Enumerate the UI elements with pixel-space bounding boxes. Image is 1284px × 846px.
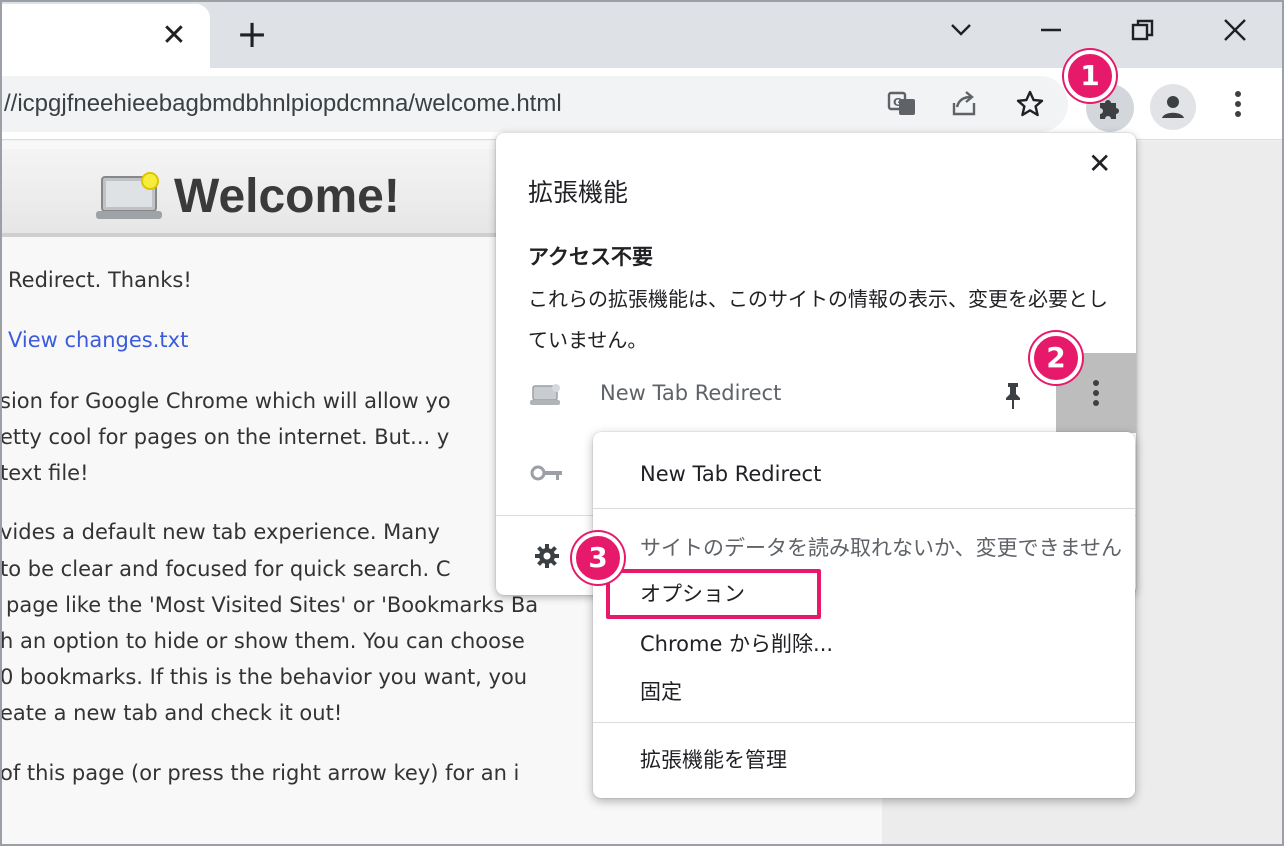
page-text-line: eate a new tab and check it out! — [0, 701, 343, 725]
key-icon — [530, 465, 562, 481]
laptop-icon — [96, 172, 162, 219]
address-bar[interactable]: //icpgjfneehieebagbmdbhnlpiopdcmna/welco… — [0, 76, 1068, 132]
extension-item-name[interactable]: New Tab Redirect — [600, 381, 781, 405]
options-highlight-box — [606, 569, 821, 619]
page-text-line: of this page (or press the right arrow k… — [0, 761, 520, 785]
profile-icon[interactable] — [1150, 84, 1196, 130]
tab-close-icon[interactable]: ✕ — [156, 18, 192, 54]
translate-icon[interactable]: G — [882, 84, 922, 124]
bookmark-star-icon[interactable] — [1010, 84, 1050, 124]
minimize-icon[interactable] — [1026, 10, 1076, 50]
no-access-section-desc: これらの拡張機能は、このサイトの情報の表示、変更を必要としていません。 — [528, 287, 1108, 352]
chrome-menu-kebab-menu-icon[interactable] — [1218, 84, 1258, 124]
page-text-line: text file! — [0, 461, 89, 485]
menu-item-pin[interactable]: 固定 — [640, 676, 682, 706]
gear-icon[interactable] — [534, 543, 560, 569]
page-text-line: 0 bookmarks. If this is the behavior you… — [0, 665, 528, 689]
new-tab-plus-icon[interactable]: + — [232, 14, 272, 54]
page-text-line: Redirect. Thanks! — [8, 268, 192, 292]
pin-icon[interactable] — [1002, 381, 1024, 411]
menu-item-remove-from-chrome[interactable]: Chrome から削除... — [640, 628, 833, 658]
active-tab[interactable]: ✕ — [0, 4, 210, 68]
step-badge-1: 1 — [1064, 50, 1116, 102]
page-text-line: to be clear and focused for quick search… — [0, 557, 451, 581]
page-text-line: h an option to hide or show them. You ca… — [0, 629, 525, 653]
page-text-line: vides a default new tab experience. Many — [0, 520, 440, 544]
menu-divider — [593, 722, 1135, 723]
menu-item-manage-extensions[interactable]: 拡張機能を管理 — [640, 744, 787, 774]
page-title: Welcome! — [174, 170, 400, 223]
laptop-icon — [530, 384, 560, 405]
step-badge-3: 3 — [572, 532, 624, 584]
restore-icon[interactable] — [1118, 10, 1168, 50]
menu-divider — [593, 508, 1135, 509]
step-badge-2: 2 — [1030, 332, 1082, 384]
no-access-section-title: アクセス不要 — [528, 245, 653, 269]
changes-link[interactable]: View changes.txt — [8, 328, 188, 352]
menu-item-site-access-note: サイトのデータを読み取れないか、変更できません — [640, 536, 1122, 560]
url-text[interactable]: //icpgjfneehieebagbmdbhnlpiopdcmna/welco… — [4, 90, 562, 118]
svg-text:G: G — [893, 96, 902, 109]
popup-close-icon[interactable]: ✕ — [1088, 147, 1111, 180]
tab-search-chevron-down-icon[interactable] — [936, 10, 986, 50]
page-text-line: sion for Google Chrome which will allow … — [0, 389, 451, 413]
page-text-line: etty cool for pages on the internet. But… — [0, 425, 450, 449]
window-close-icon[interactable] — [1210, 10, 1260, 50]
page-text-line: page like the 'Most Visited Sites' or 'B… — [6, 593, 539, 617]
extensions-popup-title: 拡張機能 — [528, 178, 629, 207]
menu-item-extension-name[interactable]: New Tab Redirect — [640, 462, 821, 486]
share-icon[interactable] — [944, 84, 984, 124]
